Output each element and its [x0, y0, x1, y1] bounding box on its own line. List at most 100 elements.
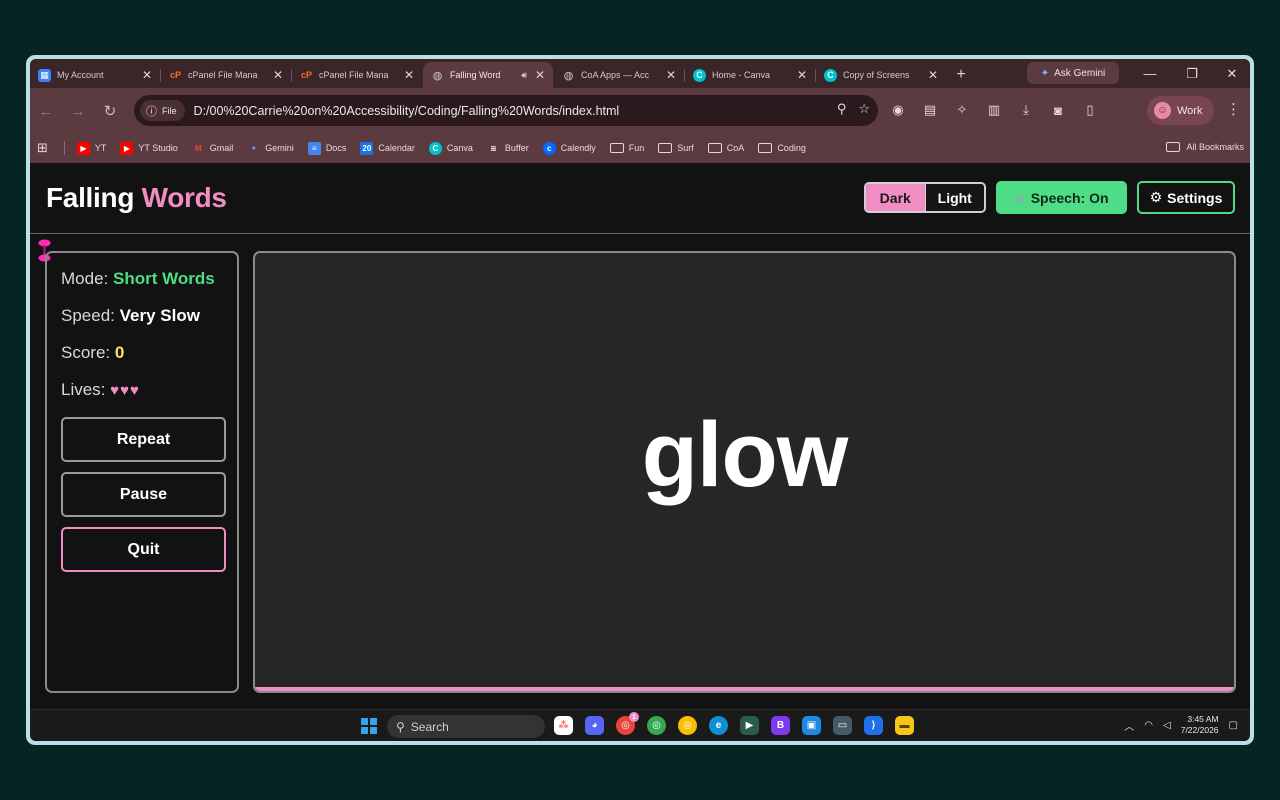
- screenshot-icon[interactable]: ◙: [1048, 100, 1068, 120]
- browser-toolbar: ← → ↻ ⓘ File D:/00%20Carrie%20on%20Acces…: [30, 88, 1250, 133]
- wifi-icon[interactable]: ◠: [1144, 720, 1153, 731]
- tab-cpanel-1[interactable]: cP cPanel File Mana ✕: [161, 62, 292, 88]
- bookmark-buffer[interactable]: ≋ Buffer: [487, 142, 529, 155]
- restore-button[interactable]: ❐: [1172, 59, 1212, 88]
- profile-label: Work: [1177, 104, 1203, 117]
- bookmark-star-icon[interactable]: ☆: [858, 101, 870, 117]
- tab-cpanel-2[interactable]: cP cPanel File Mana ✕: [292, 62, 422, 88]
- ask-gemini-button[interactable]: ✦ Ask Gemini: [1027, 62, 1119, 84]
- close-icon[interactable]: ✕: [140, 68, 154, 82]
- speech-toggle-button[interactable]: ◀︎ Speech: On: [996, 181, 1127, 214]
- close-icon[interactable]: ✕: [795, 68, 809, 82]
- brave-icon[interactable]: B: [771, 716, 790, 735]
- speed-value: Very Slow: [119, 306, 200, 325]
- close-icon[interactable]: ✕: [402, 68, 416, 82]
- bookmark-folder-fun[interactable]: Fun: [609, 143, 644, 153]
- address-bar[interactable]: ⓘ File D:/00%20Carrie%20on%20Accessibili…: [134, 95, 878, 126]
- canva-icon: C: [428, 141, 442, 155]
- theme-dark-button[interactable]: Dark: [866, 184, 925, 211]
- close-icon[interactable]: ✕: [664, 68, 678, 82]
- all-bookmarks-button[interactable]: All Bookmarks: [1166, 142, 1244, 152]
- tab-falling-words[interactable]: ◍ Falling Word 🔊︎ ✕: [423, 62, 553, 88]
- tab-copy-of-screens[interactable]: C Copy of Screens ✕: [816, 62, 946, 88]
- reading-list-icon[interactable]: ▥: [984, 100, 1004, 120]
- chrome-icon[interactable]: ◎: [647, 716, 666, 735]
- extension-owl-icon[interactable]: ◉: [888, 100, 908, 120]
- bookmark-folder-coa[interactable]: CoA: [707, 143, 745, 153]
- gmail-icon: M: [194, 143, 202, 153]
- clock-time: 3:45 AM: [1187, 714, 1219, 724]
- remote-desktop-icon[interactable]: ▭: [833, 716, 852, 735]
- close-icon[interactable]: ✕: [926, 68, 940, 82]
- zoom-icon[interactable]: ⚲: [837, 101, 847, 117]
- settings-label: Settings: [1167, 189, 1223, 206]
- bookmark-folder-coding[interactable]: Coding: [758, 143, 806, 153]
- close-window-button[interactable]: ✕: [1212, 59, 1250, 88]
- profile-button[interactable]: ☺ Work: [1147, 96, 1214, 125]
- discord-icon[interactable]: ◕: [585, 716, 604, 735]
- theme-toggle: Dark Light: [864, 182, 986, 213]
- info-icon: ⓘ: [146, 105, 157, 118]
- bookmark-yt-studio[interactable]: ▶ YT Studio: [120, 141, 178, 155]
- bookmark-gemini[interactable]: ✦ Gemini: [247, 142, 293, 155]
- chevron-up-icon[interactable]: ︿: [1124, 718, 1134, 733]
- settings-button[interactable]: ⚙ Settings: [1137, 181, 1235, 214]
- apps-grid-icon[interactable]: ⊞: [37, 140, 48, 156]
- edge-icon[interactable]: e: [709, 716, 728, 735]
- new-tab-button[interactable]: +: [947, 62, 975, 88]
- bookmark-label: CoA: [726, 143, 745, 153]
- bookmark-gmail[interactable]: M Gmail: [192, 142, 233, 155]
- download-icon[interactable]: ⤓: [1016, 100, 1036, 120]
- asana-icon[interactable]: ⁂: [554, 716, 573, 735]
- grid-icon: ▦: [38, 68, 51, 82]
- floor-line: [255, 687, 1234, 691]
- pause-button[interactable]: Pause: [61, 472, 226, 517]
- youtube-icon: ▶: [120, 141, 134, 155]
- all-bookmarks-label: All Bookmarks: [1186, 142, 1244, 152]
- repeat-button[interactable]: Repeat: [61, 417, 226, 462]
- notification-icon[interactable]: ▢: [1229, 720, 1238, 731]
- site-info-chip[interactable]: ⓘ File: [140, 100, 185, 121]
- buffer-icon: ≋: [490, 143, 497, 153]
- bookmark-docs[interactable]: ≡ Docs: [307, 141, 346, 155]
- app-icon[interactable]: ▶: [740, 716, 759, 735]
- tab-title: Falling Word: [450, 70, 501, 80]
- speech-label: Speech: On: [1030, 189, 1109, 206]
- back-button[interactable]: ←: [34, 99, 58, 123]
- tab-title: My Account: [57, 70, 104, 80]
- tab-home-canva[interactable]: C Home - Canva ✕: [685, 62, 816, 88]
- volume-icon[interactable]: ◁: [1163, 720, 1171, 731]
- falling-word: glow: [641, 404, 849, 506]
- close-icon[interactable]: ✕: [271, 68, 285, 82]
- tab-my-account[interactable]: ▦ My Account ✕: [30, 62, 161, 88]
- clipboard-icon[interactable]: ▤: [920, 100, 940, 120]
- close-icon[interactable]: ✕: [533, 68, 547, 82]
- bookmark-canva[interactable]: C Canva: [428, 141, 473, 155]
- store-icon[interactable]: ▣: [802, 716, 821, 735]
- menu-kebab-icon[interactable]: ⋮: [1226, 100, 1241, 118]
- forward-button[interactable]: →: [66, 99, 90, 123]
- vscode-icon[interactable]: ⟩: [864, 716, 883, 735]
- speaker-icon[interactable]: 🔊︎: [521, 70, 527, 81]
- bookmark-calendly[interactable]: c Calendly: [542, 141, 596, 155]
- windows-start-icon[interactable]: [361, 718, 377, 734]
- tab-coa-apps[interactable]: ◍ CoA Apps — Acc ✕: [554, 62, 685, 88]
- reading-mode-icon[interactable]: ▯: [1080, 100, 1100, 120]
- reload-button[interactable]: ↻: [98, 99, 122, 123]
- chrome-icon[interactable]: ◎: [678, 716, 697, 735]
- tab-title: cPanel File Mana: [188, 70, 258, 80]
- folder-icon: [707, 143, 722, 153]
- clock[interactable]: 3:45 AM 7/22/2026: [1181, 714, 1219, 736]
- extensions-puzzle-icon[interactable]: ✧: [952, 100, 972, 120]
- bookmark-calendar[interactable]: 20 Calendar: [360, 141, 415, 155]
- score-value: 0: [114, 343, 125, 362]
- file-explorer-icon[interactable]: ▬: [895, 716, 914, 735]
- quit-button[interactable]: Quit: [61, 527, 226, 572]
- chrome-icon[interactable]: ◎ 1: [616, 712, 639, 735]
- bookmark-folder-surf[interactable]: Surf: [658, 143, 694, 153]
- bookmark-yt[interactable]: ▶ YT: [76, 141, 106, 155]
- minimize-button[interactable]: —: [1130, 59, 1170, 88]
- theme-light-button[interactable]: Light: [924, 184, 984, 211]
- url-text[interactable]: D:/00%20Carrie%20on%20Accessibility/Codi…: [194, 104, 620, 118]
- taskbar-search[interactable]: ⚲ Search: [387, 715, 545, 738]
